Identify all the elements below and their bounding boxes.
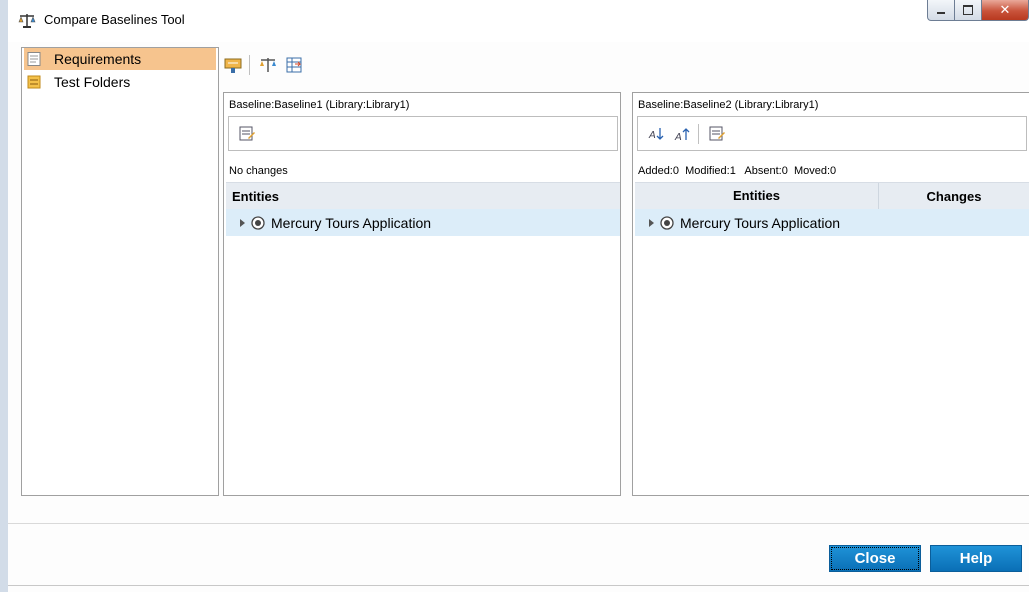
requirement-target-icon (660, 215, 674, 230)
expand-arrow-icon[interactable] (240, 218, 245, 227)
help-button[interactable]: Help (930, 545, 1022, 572)
baseline2-title: Baseline:Baseline2 (Library:Library1) (638, 99, 819, 111)
svg-text:A: A (648, 130, 656, 141)
baseline1-grid-header: Entities (226, 182, 620, 210)
sort-up-icon[interactable]: A (672, 124, 692, 144)
column-header-entities[interactable]: Entities (226, 189, 279, 204)
window-controls: ✕ (927, 0, 1029, 22)
close-button[interactable]: Close (829, 545, 921, 572)
entity-name: Mercury Tours Application (680, 214, 841, 231)
export-icon[interactable] (284, 55, 304, 75)
svg-text:A: A (674, 132, 682, 142)
table-row[interactable]: Mercury Tours Application (226, 209, 620, 236)
sidebar-item-requirements[interactable]: Requirements (24, 48, 216, 70)
details-icon[interactable] (707, 124, 727, 144)
requirement-target-icon (251, 215, 265, 230)
close-icon: ✕ (999, 2, 1011, 18)
requirements-icon (27, 52, 41, 66)
window-title: Compare Baselines Tool (44, 12, 185, 27)
compare-settings-icon[interactable] (223, 55, 243, 75)
maximize-button[interactable] (955, 0, 982, 21)
module-sidebar: Requirements Test Folders (21, 47, 219, 496)
main-toolbar (223, 50, 310, 80)
details-icon[interactable] (237, 124, 257, 144)
minimize-icon (937, 12, 945, 14)
baseline1-toolbar (228, 116, 618, 151)
sidebar-item-label: Requirements (54, 51, 142, 67)
sidebar-item-label: Test Folders (54, 74, 131, 90)
scales-icon (18, 13, 36, 29)
test-folders-icon (27, 75, 41, 89)
window-left-border (0, 0, 8, 592)
close-window-button[interactable]: ✕ (982, 0, 1029, 21)
baseline2-grid-header: Entities Changes (635, 182, 1029, 210)
toolbar-separator (249, 55, 250, 75)
dialog-content: Requirements Test Folders Baseline:Basel… (8, 42, 1029, 592)
baseline2-status: Added:0 Modified:1 Absent:0 Moved:0 (638, 165, 837, 177)
help-button-label: Help (959, 550, 993, 567)
compare-icon[interactable] (258, 55, 278, 75)
column-header-changes[interactable]: Changes (879, 189, 1029, 204)
sort-down-icon[interactable]: A (646, 124, 666, 144)
toolbar-separator (698, 123, 699, 144)
sidebar-item-test-folders[interactable]: Test Folders (24, 71, 216, 93)
baseline2-pane: Baseline:Baseline2 (Library:Library1) A … (632, 92, 1029, 496)
expand-arrow-icon[interactable] (649, 218, 654, 227)
footer-divider (8, 523, 1029, 524)
baseline1-title: Baseline:Baseline1 (Library:Library1) (229, 99, 410, 111)
maximize-icon (963, 5, 973, 15)
column-header-entities[interactable]: Entities (635, 183, 879, 209)
baseline1-status: No changes (229, 165, 288, 177)
table-row[interactable]: Mercury Tours Application (635, 209, 1029, 236)
window-bottom-border (8, 585, 1029, 586)
title-bar[interactable]: Compare Baselines Tool ✕ (8, 0, 1029, 42)
entity-name: Mercury Tours Application (271, 214, 432, 231)
close-button-label: Close (854, 550, 896, 567)
minimize-button[interactable] (927, 0, 955, 21)
baseline2-toolbar: A A (637, 116, 1027, 151)
baseline1-pane: Baseline:Baseline1 (Library:Library1) No… (223, 92, 621, 496)
